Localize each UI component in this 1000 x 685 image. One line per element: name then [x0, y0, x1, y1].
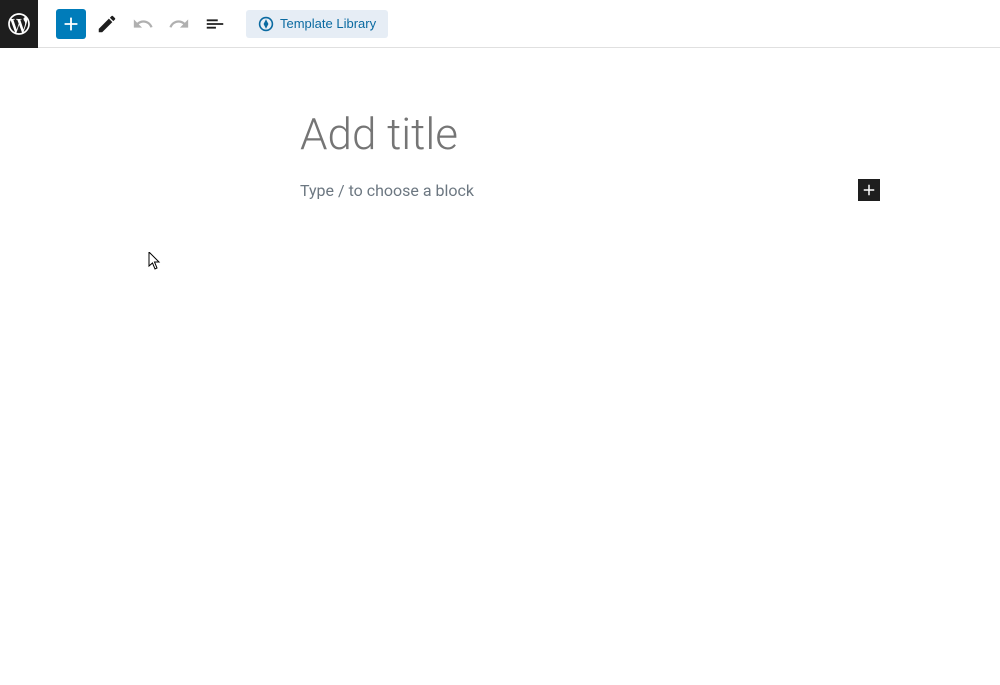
wordpress-icon [6, 11, 32, 37]
post-title-input[interactable] [300, 108, 880, 161]
redo-button[interactable] [164, 9, 194, 39]
document-overview-button[interactable] [200, 9, 230, 39]
plus-icon [60, 13, 82, 35]
editor-canvas: Type / to choose a block [0, 48, 1000, 200]
pencil-icon [96, 13, 118, 35]
add-block-inline-button[interactable] [858, 179, 880, 201]
editor-toolbar: Template Library [0, 0, 1000, 48]
redo-icon [168, 13, 190, 35]
toolbar-group [56, 9, 230, 39]
mouse-cursor-icon [148, 252, 162, 274]
default-block-row: Type / to choose a block [300, 181, 880, 200]
plus-icon [860, 181, 878, 199]
template-library-label: Template Library [280, 16, 376, 31]
list-view-icon [204, 13, 226, 35]
wordpress-logo[interactable] [0, 0, 38, 48]
undo-button[interactable] [128, 9, 158, 39]
template-library-button[interactable]: Template Library [246, 10, 388, 38]
add-block-toggle-button[interactable] [56, 9, 86, 39]
template-library-icon [258, 16, 274, 32]
undo-icon [132, 13, 154, 35]
block-placeholder-text[interactable]: Type / to choose a block [300, 181, 880, 200]
tools-button[interactable] [92, 9, 122, 39]
editor-content: Type / to choose a block [300, 108, 880, 200]
